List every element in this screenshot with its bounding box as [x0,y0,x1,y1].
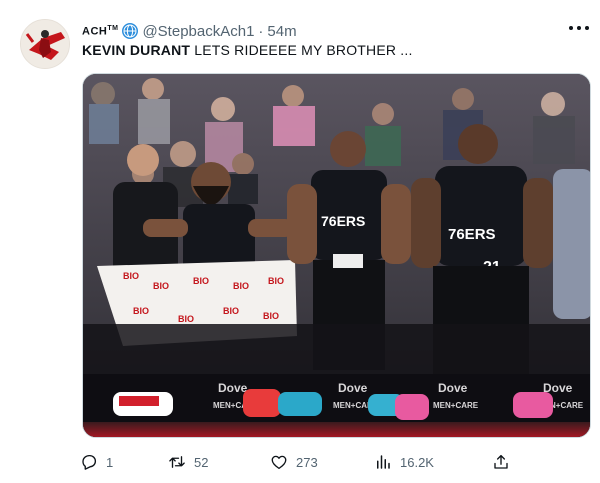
svg-text:BIO: BIO [178,314,194,324]
views-button[interactable]: 16.2K [374,450,434,474]
like-count: 273 [296,454,318,470]
svg-text:BIO: BIO [263,311,279,321]
avatar-image [21,20,69,68]
svg-text:MEN+CARE: MEN+CARE [433,401,479,410]
separator-dot: · [258,22,264,40]
globe-icon [122,23,139,39]
ad-board-2: Dove [338,381,368,395]
tweet-text-bold: KEVIN DURANT [82,42,191,58]
tweet-photo[interactable]: BIO BIO BIO BIO BIO BIO BIO BIO BIO 76ER… [82,73,591,438]
svg-text:BIO: BIO [233,281,249,291]
svg-text:BIO: BIO [133,306,149,316]
retweet-button[interactable]: 52 [168,450,208,474]
tweet-text-rest: LETS RIDEEEE MY BROTHER ... [190,42,413,58]
reply-icon [82,454,97,470]
reply-count: 1 [106,454,114,470]
tweet: ACHTM @StepbackAch1 · 54m KEVIN DURANT L… [0,0,600,483]
svg-text:BIO: BIO [223,306,239,316]
ad-board-3: Dove [438,381,468,395]
views-icon [377,455,390,469]
basketball-bench-photo: BIO BIO BIO BIO BIO BIO BIO BIO BIO 76ER… [83,74,590,437]
svg-text:BIO: BIO [193,276,209,286]
more-icon[interactable] [569,20,589,36]
retweet-icon [169,456,185,468]
tweet-actions: 1 52 273 16.2K [80,450,520,474]
share-button[interactable] [492,450,510,474]
towel-text-1: BIO [123,271,139,281]
reply-button[interactable]: 1 [80,450,113,474]
heart-icon [271,455,287,470]
like-button[interactable]: 273 [270,450,318,474]
avatar[interactable] [20,19,70,69]
tweet-timestamp[interactable]: 54m [267,23,296,40]
ad-board-1: Dove [218,381,248,395]
retweet-count: 52 [194,454,209,470]
svg-text:BIO: BIO [153,281,169,291]
svg-text:BIO: BIO [268,276,284,286]
author-display-name[interactable]: ACHTM [82,25,118,38]
jersey-text-center: 76ERS [321,213,365,229]
views-count: 16.2K [400,454,434,470]
jersey-text-right: 76ERS [448,226,496,243]
tweet-text: KEVIN DURANT LETS RIDEEEE MY BROTHER ... [82,42,413,58]
author-handle[interactable]: @StepbackAch1 [142,23,254,40]
share-icon [494,454,508,469]
tweet-header: ACHTM @StepbackAch1 · 54m [82,22,297,40]
